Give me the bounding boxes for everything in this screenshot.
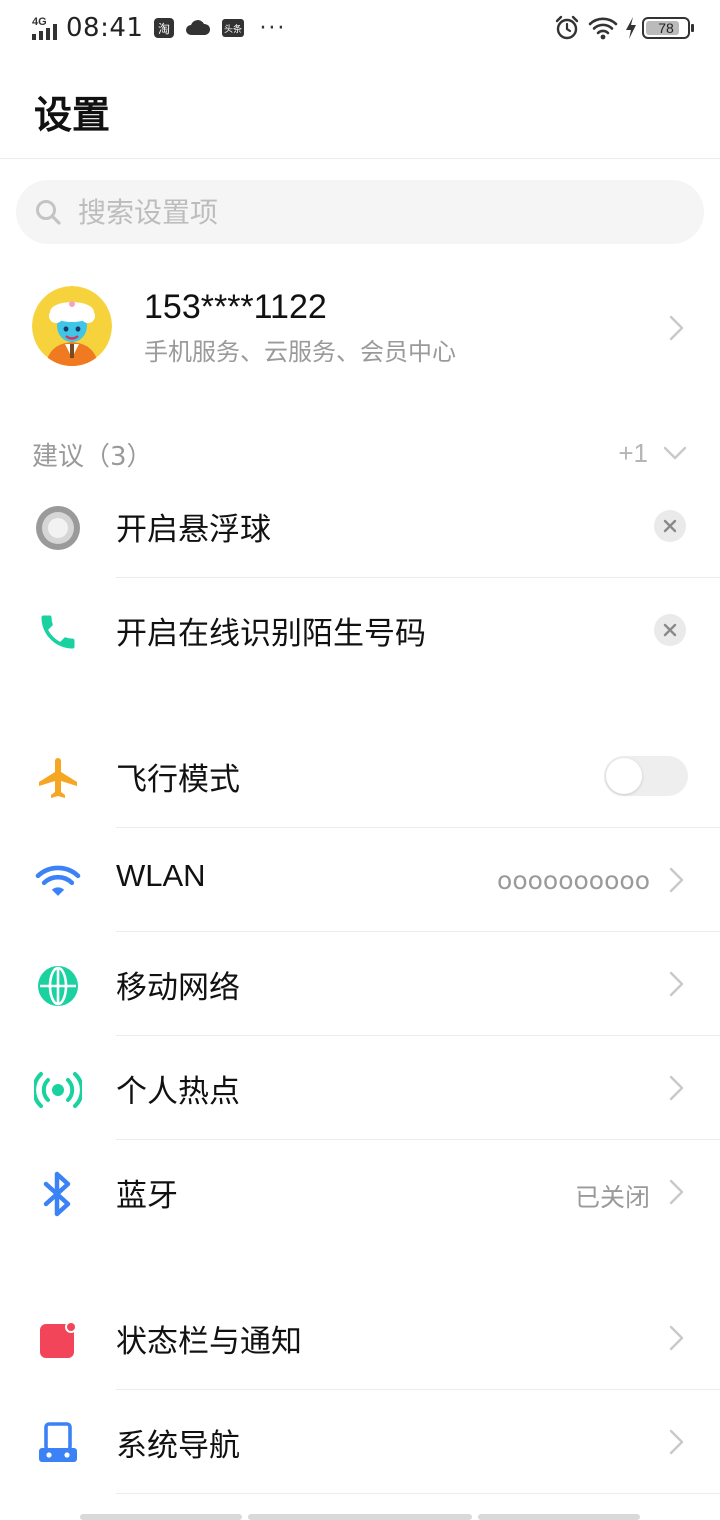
dismiss-button[interactable] [654,510,686,542]
search-bar[interactable] [16,180,704,244]
toggle-knob [606,758,642,794]
suggestions-header[interactable]: 建议（3） +1 [32,436,688,476]
account-subtitle: 手机服务、云服务、会员中心 [144,338,456,366]
account-name: 153****1122 [144,288,327,326]
more-notifications: ··· [259,15,287,41]
toutiao-icon: 头条 [222,19,245,37]
setting-bluetooth[interactable]: 蓝牙 已关闭 [0,1140,720,1244]
divider [116,1493,720,1494]
phone-icon [32,606,84,658]
suggestion-label: 开启悬浮球 [116,512,271,548]
setting-system-navigation[interactable]: 系统导航 [0,1390,720,1494]
setting-airplane-mode[interactable]: 飞行模式 [0,724,720,828]
status-time: 08:41 [66,13,144,43]
wifi-status-icon [588,17,618,40]
bluetooth-status: 已关闭 [574,1183,650,1212]
navigation-icon [32,1418,84,1470]
setting-statusbar-notifications[interactable]: 状态栏与通知 [0,1286,720,1390]
status-right: 78 [554,12,694,44]
chevron-down-icon[interactable] [662,444,688,462]
airplane-icon [32,752,84,804]
suggestion-floating-ball[interactable]: 开启悬浮球 [0,474,720,578]
airplane-mode-toggle[interactable] [604,756,688,796]
suggestions-title: 建议（3） [32,442,153,472]
avatar[interactable] [32,286,112,366]
setting-label: 个人热点 [116,1074,240,1110]
chevron-right-icon [669,1325,684,1351]
dismiss-button[interactable] [654,614,686,646]
status-bar: 4G 08:41 淘 头条 ··· 78 [0,0,720,56]
close-icon [663,623,677,637]
globe-icon [32,960,84,1012]
chevron-right-icon [669,315,684,341]
battery-icon: 78 [642,17,694,39]
chevron-right-icon [669,1075,684,1101]
search-input[interactable] [78,195,638,229]
charging-icon [626,17,636,39]
scroll-hint-bar [80,1514,242,1520]
chevron-right-icon [669,1179,684,1205]
chevron-right-icon [669,867,684,893]
svg-text:淘: 淘 [158,22,170,36]
wifi-icon [32,856,84,908]
notification-icon [32,1314,84,1366]
setting-label: 移动网络 [116,970,240,1006]
status-left: 4G 08:41 淘 头条 ··· [30,10,286,46]
scroll-hint-bar [478,1514,640,1520]
search-icon [36,200,61,225]
alarm-icon [555,15,579,40]
svg-text:头条: 头条 [224,23,242,35]
floating-ball-icon [32,502,84,554]
suggestion-unknown-caller[interactable]: 开启在线识别陌生号码 [0,578,720,682]
cloud-icon [186,20,211,35]
divider [0,158,720,159]
account-row[interactable]: 153****1122 手机服务、云服务、会员中心 [0,272,720,384]
hotspot-icon [32,1064,84,1116]
battery-level: 78 [658,20,674,36]
close-icon [663,519,677,533]
wlan-network-name: oooooooooo [497,866,650,895]
setting-label: 蓝牙 [116,1178,178,1214]
setting-label: WLAN [116,858,206,893]
signal-icon: 4G [32,16,57,40]
bluetooth-icon [32,1168,84,1220]
setting-label: 飞行模式 [116,762,240,798]
svg-text:4G: 4G [32,16,47,28]
chevron-right-icon [669,1429,684,1455]
setting-hotspot[interactable]: 个人热点 [0,1036,720,1140]
setting-label: 系统导航 [116,1428,240,1464]
setting-wlan[interactable]: WLAN oooooooooo [0,828,720,932]
suggestion-label: 开启在线识别陌生号码 [116,616,426,652]
setting-label: 状态栏与通知 [116,1324,302,1360]
page-title: 设置 [34,93,111,137]
suggestions-more-count[interactable]: +1 [618,438,648,469]
setting-mobile-network[interactable]: 移动网络 [0,932,720,1036]
scroll-hint-bar [248,1514,472,1520]
chevron-right-icon [669,971,684,997]
taobao-icon: 淘 [154,18,175,38]
